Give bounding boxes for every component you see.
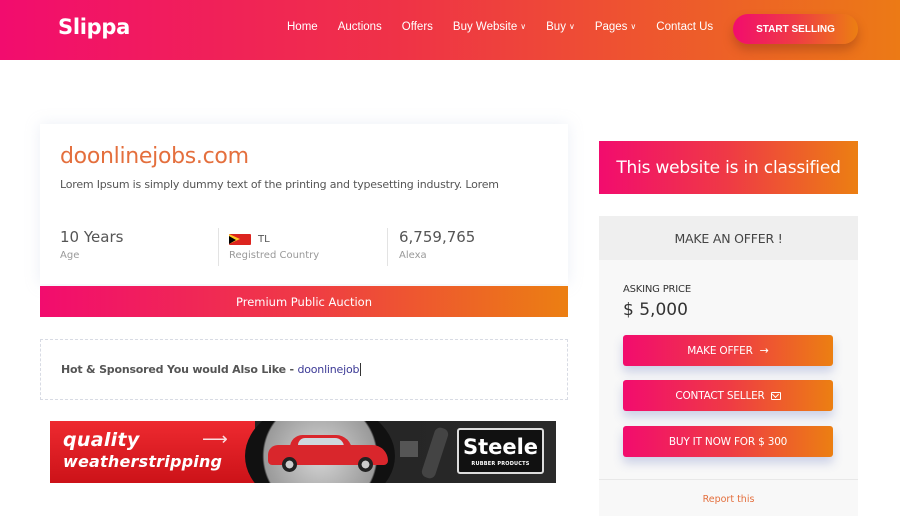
offer-panel: MAKE AN OFFER ! ASKING PRICE $ 5,000 MAK… [599, 216, 858, 516]
make-offer-label: MAKE OFFER [687, 344, 753, 357]
nav-label: Offers [401, 21, 433, 33]
buy-it-now-label: BUY IT NOW FOR $ 300 [668, 435, 788, 448]
chevron-down-icon: ∨ [630, 21, 637, 31]
banner-ad[interactable]: quality weatherstripping ⟶ Steele RUBBER… [50, 421, 556, 483]
contact-seller-label: CONTACT SELLER [675, 389, 765, 402]
sponsored-link[interactable]: doonlinejob [297, 363, 362, 376]
nav-offers[interactable]: Offers [402, 21, 433, 33]
listing-stats: 10 Years Age TL Registred Country 6,759,… [40, 228, 568, 266]
car-wheel [358, 457, 373, 472]
sponsored-label: Hot & Sponsored You would Also Like - [61, 363, 298, 376]
age-value: 10 Years [60, 228, 124, 246]
sponsored-text: Hot & Sponsored You would Also Like - do… [61, 363, 362, 376]
steele-subtitle: RUBBER PRODUCTS [471, 461, 530, 467]
car-image [268, 435, 388, 472]
asking-price-value: $ 5,000 [623, 300, 688, 320]
sponsored-box: Hot & Sponsored You would Also Like - do… [40, 339, 568, 400]
nav-buy[interactable]: Buy ∨ [546, 21, 575, 33]
steele-brand: Steele [462, 435, 539, 459]
stat-alexa: 6,759,765 Alexa [387, 228, 547, 266]
alexa-value: 6,759,765 [399, 228, 476, 246]
nav-label: Contact Us [656, 21, 714, 33]
country-value: TL [229, 230, 270, 248]
buy-it-now-button[interactable]: BUY IT NOW FOR $ 300 [623, 426, 833, 457]
stat-country: TL Registred Country [218, 228, 388, 266]
weatherstrip-part-image [400, 441, 418, 457]
stat-age: 10 Years Age [60, 228, 220, 266]
make-offer-button[interactable]: MAKE OFFER → [623, 335, 833, 366]
nav-home[interactable]: Home [287, 21, 318, 33]
nav-label: Pages [594, 21, 628, 33]
country-label: Registred Country [229, 250, 320, 261]
arrow-right-icon: → [759, 344, 769, 357]
top-navbar: Slippa Home Auctions Offers Buy Website ∨… [0, 0, 900, 60]
banner-text-line2: weatherstripping [63, 452, 223, 471]
offer-panel-title: MAKE AN OFFER ! [599, 216, 858, 260]
domain-description: Lorem Ipsum is simply dummy text of the … [60, 178, 499, 191]
envelope-icon [770, 391, 781, 400]
nav-label: Home [287, 21, 318, 33]
car-wheel [282, 457, 297, 472]
classified-banner: This website is in classified [599, 141, 858, 194]
listing-card: doonlinejobs.com Lorem Ipsum is simply d… [40, 124, 568, 284]
nav-buy-website[interactable]: Buy Website ∨ [453, 21, 526, 33]
nav-label: Buy Website [452, 21, 518, 33]
weatherstrip-image [420, 426, 450, 480]
chevron-down-icon: ∨ [568, 21, 575, 31]
country-code: TL [258, 234, 270, 245]
logo[interactable]: Slippa [58, 15, 130, 39]
age-label: Age [60, 250, 80, 261]
asking-price-label: ASKING PRICE [623, 284, 691, 295]
nav-label: Buy [546, 21, 566, 33]
nav-pages[interactable]: Pages ∨ [595, 21, 636, 33]
steele-logo: Steele RUBBER PRODUCTS [457, 428, 544, 474]
contact-seller-button[interactable]: CONTACT SELLER [623, 380, 833, 411]
banner-arrow-icon: ⟶ [202, 429, 228, 449]
start-selling-button[interactable]: START SELLING [733, 14, 858, 44]
nav-contact-us[interactable]: Contact Us [656, 21, 713, 33]
divider [599, 479, 858, 480]
domain-title: doonlinejobs.com [60, 144, 249, 169]
banner-text-line1: quality [63, 429, 140, 451]
chevron-down-icon: ∨ [520, 21, 527, 31]
nav-label: Auctions [337, 21, 382, 33]
timor-leste-flag-icon [229, 234, 251, 245]
nav-auctions[interactable]: Auctions [338, 21, 382, 33]
report-link[interactable]: Report this [599, 494, 858, 505]
alexa-label: Alexa [399, 250, 427, 261]
main-nav: Home Auctions Offers Buy Website ∨ Buy ∨ P… [287, 21, 733, 33]
auction-type-bar: Premium Public Auction [40, 286, 568, 317]
